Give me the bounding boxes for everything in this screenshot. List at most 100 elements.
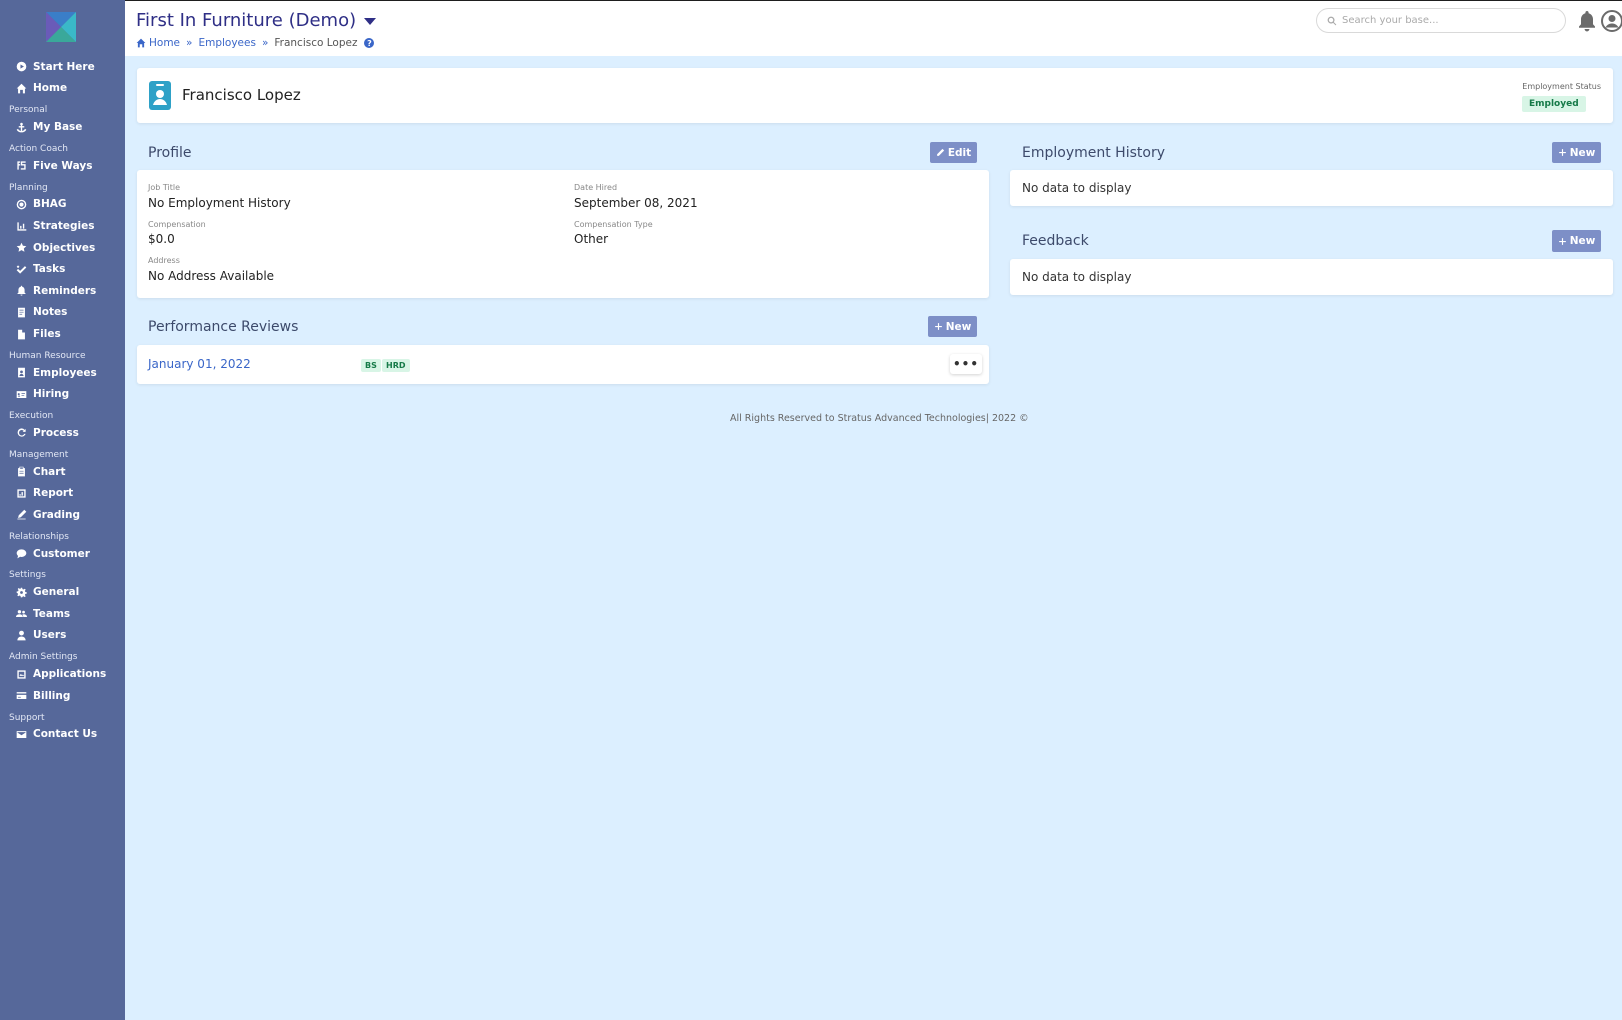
more-options-button[interactable]: •••	[950, 354, 982, 374]
review-date-link[interactable]: January 01, 2022	[148, 357, 251, 371]
sidebar-item-label: Customer	[33, 547, 90, 560]
sidebar-item-teams[interactable]: Teams	[0, 603, 125, 625]
star-icon	[15, 242, 27, 254]
sidebar-item-label: Employees	[33, 366, 97, 379]
sidebar-item-files[interactable]: Files	[0, 323, 125, 345]
plus-icon	[934, 323, 942, 330]
date-hired-value: September 08, 2021	[574, 196, 698, 210]
sidebar-nav: Start Here Home Personal My Base Action Coac…	[0, 56, 125, 745]
breadcrumb-employees[interactable]: Employees	[198, 37, 255, 49]
sidebar-section-relationships: Relationships	[9, 531, 69, 542]
sidebar-item-five-ways[interactable]: Five Ways	[0, 155, 125, 177]
sidebar-item-objectives[interactable]: Objectives	[0, 237, 125, 259]
top-bar: First In Furniture (Demo) Home » Employe…	[125, 0, 1622, 56]
sidebar-item-grading[interactable]: Grading	[0, 504, 125, 526]
note-icon	[15, 306, 27, 318]
feedback-card: No data to display	[1010, 259, 1613, 295]
notification-bell-icon[interactable]	[1577, 10, 1597, 32]
sidebar-item-applications[interactable]: Applications	[0, 663, 125, 685]
search-input[interactable]	[1342, 15, 1552, 26]
envelope-icon	[15, 728, 27, 740]
org-selector[interactable]: First In Furniture (Demo)	[136, 10, 377, 31]
sidebar-section-planning: Planning	[9, 182, 48, 193]
strategy-icon	[15, 220, 27, 232]
sidebar-item-customer[interactable]: Customer	[0, 543, 125, 565]
sidebar-item-billing[interactable]: Billing	[0, 685, 125, 707]
sidebar-item-reminders[interactable]: Reminders	[0, 280, 125, 302]
sidebar-item-label: Tasks	[33, 263, 66, 276]
new-review-button[interactable]: New	[928, 316, 977, 337]
sidebar-item-label: Notes	[33, 306, 68, 319]
sidebar-item-users[interactable]: Users	[0, 625, 125, 647]
gear-icon	[15, 586, 27, 598]
anchor-icon	[15, 121, 27, 133]
sidebar-item-contact-us[interactable]: Contact Us	[0, 724, 125, 746]
sidebar-item-label: Contact Us	[33, 728, 98, 741]
new-employment-history-button[interactable]: New	[1552, 142, 1601, 163]
credit-card-icon	[15, 690, 27, 702]
five-ways-icon	[15, 160, 27, 172]
report-icon	[15, 487, 27, 499]
sidebar-item-chart[interactable]: Chart	[0, 461, 125, 483]
employee-header-card: Francisco Lopez Employment Status Employ…	[137, 68, 1613, 123]
users-icon	[15, 608, 27, 620]
plus-icon	[1558, 149, 1566, 156]
sidebar-item-label: Start Here	[33, 60, 95, 73]
profile-title: Profile	[148, 145, 192, 161]
sidebar-section-action-coach: Action Coach	[9, 143, 69, 154]
user-icon	[15, 629, 27, 641]
new-feedback-button[interactable]: New	[1552, 230, 1601, 252]
sidebar-item-label: Five Ways	[33, 159, 93, 172]
sidebar-item-label: Applications	[33, 668, 107, 681]
caret-down-icon	[364, 18, 377, 25]
home-icon	[15, 82, 27, 94]
sidebar-item-label: Users	[33, 629, 67, 642]
comment-icon	[15, 548, 27, 560]
sidebar-section-human-resource: Human Resource	[9, 350, 86, 361]
sidebar-section-management: Management	[9, 449, 69, 460]
breadcrumb-home-label: Home	[149, 37, 181, 49]
sidebar-item-notes[interactable]: Notes	[0, 302, 125, 324]
sidebar-item-hiring[interactable]: Hiring	[0, 384, 125, 406]
sidebar-item-strategies[interactable]: Strategies	[0, 215, 125, 237]
sidebar-item-my-base[interactable]: My Base	[0, 116, 125, 138]
edit-profile-button[interactable]: Edit	[930, 142, 977, 163]
new-employment-history-label: New	[1569, 146, 1596, 159]
sidebar-item-start-here[interactable]: Start Here	[0, 56, 125, 78]
sidebar-item-bhag[interactable]: BHAG	[0, 194, 125, 216]
user-avatar-icon[interactable]	[1601, 10, 1622, 32]
sidebar-item-general[interactable]: General	[0, 581, 125, 603]
sidebar-item-label: Objectives	[33, 241, 96, 254]
org-title: First In Furniture (Demo)	[136, 10, 357, 31]
id-badge-icon	[149, 81, 171, 110]
bell-icon	[15, 285, 27, 297]
redo-icon	[15, 427, 27, 439]
sidebar-section-admin-settings: Admin Settings	[9, 652, 78, 663]
sidebar-item-report[interactable]: Report	[0, 482, 125, 504]
compensation-value: $0.0	[148, 232, 175, 246]
job-title-value: No Employment History	[148, 196, 291, 210]
search-box[interactable]	[1316, 8, 1566, 33]
check-double-icon	[15, 263, 27, 275]
sidebar-item-process[interactable]: Process	[0, 422, 125, 444]
app-icon	[15, 668, 27, 680]
address-label: Address	[148, 256, 180, 265]
feedback-title: Feedback	[1022, 233, 1089, 249]
review-tag: BS	[361, 359, 381, 372]
review-tag: HRD	[382, 359, 410, 372]
sidebar-item-employees[interactable]: Employees	[0, 362, 125, 384]
sidebar-item-home[interactable]: Home	[0, 78, 125, 100]
help-icon[interactable]: ?	[364, 38, 375, 48]
sidebar-item-label: Strategies	[33, 220, 95, 233]
employment-status-badge: Employed	[1522, 96, 1586, 112]
app-logo[interactable]	[46, 12, 76, 42]
sidebar-item-label: Billing	[33, 689, 71, 702]
plus-icon	[1558, 237, 1566, 245]
sidebar-item-label: Files	[33, 328, 61, 341]
sidebar-item-tasks[interactable]: Tasks	[0, 258, 125, 280]
pen-icon	[15, 509, 27, 521]
play-circle-icon	[15, 61, 27, 73]
id-badge-icon	[15, 367, 27, 379]
breadcrumb-home[interactable]: Home	[136, 37, 180, 49]
breadcrumb: Home » Employees » Francisco Lopez ?	[136, 37, 375, 49]
